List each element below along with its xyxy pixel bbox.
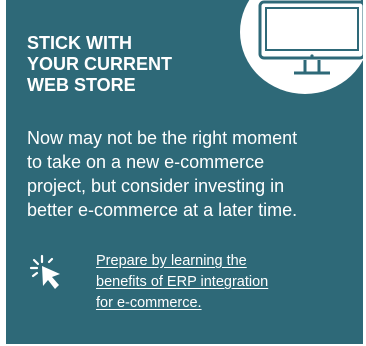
cursor-click-icon bbox=[29, 254, 60, 289]
card-heading: STICK WITH YOUR CURRENT WEB STORE bbox=[27, 33, 173, 95]
desktop-monitor-icon bbox=[258, 0, 363, 75]
info-card: STICK WITH YOUR CURRENT WEB STORE Now ma… bbox=[6, 0, 363, 344]
card-body-text: Now may not be the right moment to take … bbox=[27, 128, 298, 220]
erp-integration-link[interactable]: Prepare by learning the benefits of ERP … bbox=[96, 251, 336, 314]
